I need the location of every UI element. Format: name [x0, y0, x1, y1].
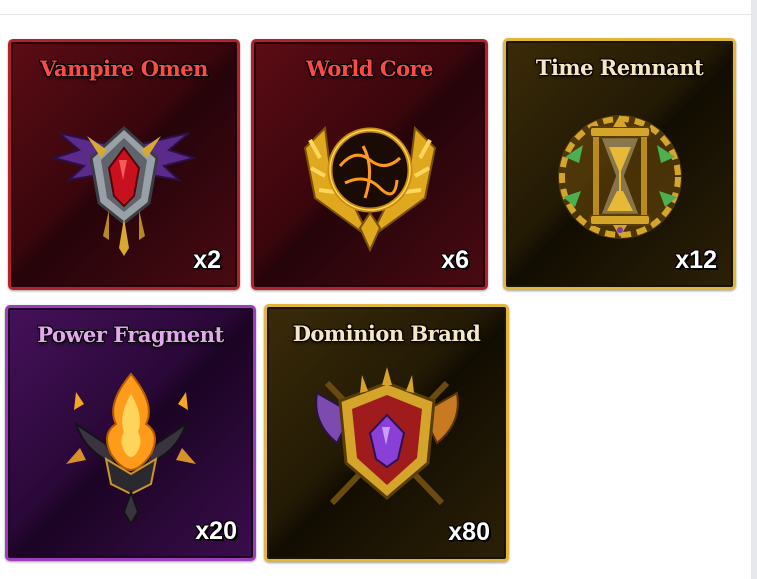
item-name: Vampire Omen [40, 56, 208, 81]
top-divider [0, 14, 751, 15]
item-count: x20 [195, 517, 237, 545]
item-name: Time Remnant [535, 55, 704, 80]
item-count: x80 [448, 518, 490, 546]
item-name: Power Fragment [37, 322, 224, 347]
item-card-world-core[interactable]: World Core x6 [251, 39, 488, 290]
item-card-dominion-brand[interactable]: Dominion Brand x80 [264, 304, 509, 562]
item-card-power-fragment[interactable]: Power Fragment x20 [5, 305, 256, 561]
scrollbar-track[interactable] [751, 0, 757, 579]
item-count: x6 [441, 246, 469, 274]
vampire-omen-icon [39, 88, 209, 258]
item-count: x12 [675, 246, 717, 274]
item-card-time-remnant[interactable]: Time Remnant x12 [503, 38, 736, 290]
item-name: World Core [305, 56, 434, 81]
world-core-icon [285, 88, 455, 258]
item-name: Dominion Brand [292, 321, 481, 346]
shield-crest-icon [302, 353, 472, 523]
hourglass-icon [535, 87, 705, 257]
item-card-vampire-omen[interactable]: Vampire Omen x2 [8, 39, 240, 290]
flame-crest-icon [46, 354, 216, 524]
item-count: x2 [193, 246, 221, 274]
